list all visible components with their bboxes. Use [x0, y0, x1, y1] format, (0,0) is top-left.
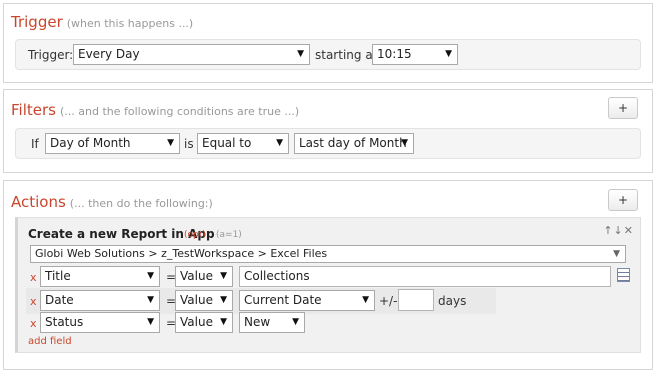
field-name: Status — [45, 315, 84, 329]
remove-field-icon[interactable]: x — [30, 271, 37, 284]
starting-at-label: starting at — [315, 48, 378, 62]
opt-link[interactable]: (opt) — [184, 230, 206, 240]
actions-title: Actions — [11, 193, 66, 211]
filters-well: If Day of Month ▼ is Equal to ▼ Last day… — [15, 128, 641, 159]
filter-operator-value: Equal to — [202, 136, 252, 150]
add-filter-button[interactable]: + — [608, 97, 638, 119]
filter-field-select[interactable]: Day of Month ▼ — [45, 133, 180, 154]
chevron-down-icon: ▼ — [613, 249, 620, 259]
trigger-time-select[interactable]: 10:15 ▼ — [372, 44, 458, 65]
filter-compare-value: Last day of Month — [299, 136, 407, 150]
remove-field-icon[interactable]: x — [30, 317, 37, 330]
trigger-frequency-value: Every Day — [78, 47, 140, 61]
move-delete-icons[interactable]: ↑↓✕ — [603, 224, 634, 237]
field-name: Date — [45, 293, 74, 307]
trigger-well: Trigger: Every Day ▼ starting at 10:15 ▼ — [15, 39, 641, 70]
filters-subtitle: (... and the following conditions are tr… — [59, 105, 300, 118]
trigger-label: Trigger: — [28, 48, 74, 62]
status-value: New — [244, 315, 271, 329]
actions-header: Actions (... then do the following:) — [11, 193, 213, 211]
chevron-down-icon: ▼ — [220, 271, 227, 281]
trigger-header: Trigger (when this happens ...) — [11, 13, 193, 31]
value-type: Value — [180, 269, 213, 283]
trigger-panel: Trigger (when this happens ...) Trigger: … — [3, 3, 653, 83]
chevron-down-icon: ▼ — [292, 317, 299, 327]
trigger-title: Trigger — [11, 13, 63, 31]
chevron-down-icon: ▼ — [147, 271, 154, 281]
trigger-time-value: 10:15 — [377, 47, 412, 61]
actions-panel: Actions (... then do the following:) + Cr… — [3, 180, 653, 370]
chevron-down-icon: ▼ — [147, 295, 154, 305]
chevron-down-icon: ▼ — [297, 49, 304, 59]
field-select-status[interactable]: Status ▼ — [40, 312, 160, 333]
field-select-date[interactable]: Date ▼ — [40, 290, 160, 311]
add-action-button[interactable]: + — [608, 189, 638, 211]
plus-minus-label: +/- — [379, 294, 398, 308]
add-field-link[interactable]: add field — [28, 336, 72, 347]
filter-operator-select[interactable]: Equal to ▼ — [197, 133, 289, 154]
app-path-select[interactable]: Globi Web Solutions > z_TestWorkspace > … — [30, 245, 626, 263]
day-offset-input[interactable] — [398, 289, 434, 311]
remove-field-icon[interactable]: x — [30, 295, 37, 308]
chevron-down-icon: ▼ — [276, 138, 283, 148]
chevron-down-icon: ▼ — [220, 317, 227, 327]
is-label: is — [184, 137, 194, 151]
value-type-select[interactable]: Value ▼ — [175, 266, 233, 287]
title-value-input[interactable]: Collections — [239, 266, 611, 287]
table-picker-icon[interactable] — [617, 268, 630, 282]
actions-subtitle: (... then do the following:) — [69, 197, 213, 210]
status-value-select[interactable]: New ▼ — [239, 312, 305, 333]
trigger-frequency-select[interactable]: Every Day ▼ — [73, 44, 310, 65]
chevron-down-icon: ▼ — [362, 295, 369, 305]
date-value: Current Date — [244, 293, 322, 307]
app-path-value: Globi Web Solutions > z_TestWorkspace > … — [35, 247, 328, 260]
chevron-down-icon: ▼ — [147, 317, 154, 327]
filters-panel: Filters (... and the following conditions… — [3, 89, 653, 173]
days-label: days — [438, 294, 467, 308]
chevron-down-icon: ▼ — [401, 138, 408, 148]
value-type: Value — [180, 293, 213, 307]
trigger-subtitle: (when this happens ...) — [66, 17, 194, 30]
filters-title: Filters — [11, 101, 56, 119]
chevron-down-icon: ▼ — [445, 49, 452, 59]
title-value: Collections — [244, 269, 310, 283]
date-value-select[interactable]: Current Date ▼ — [239, 290, 375, 311]
field-name: Title — [45, 269, 71, 283]
value-type: Value — [180, 315, 213, 329]
chevron-down-icon: ▼ — [167, 138, 174, 148]
chevron-down-icon: ▼ — [220, 295, 227, 305]
action-card: Create a new Report in App (opt) (a=1) ↑… — [15, 217, 641, 353]
if-label: If — [31, 137, 39, 151]
action-index: (a=1) — [216, 230, 242, 240]
value-type-select[interactable]: Value ▼ — [175, 290, 233, 311]
filters-header: Filters (... and the following conditions… — [11, 101, 299, 119]
value-type-select[interactable]: Value ▼ — [175, 312, 233, 333]
field-select-title[interactable]: Title ▼ — [40, 266, 160, 287]
filter-compare-select[interactable]: Last day of Month ▼ — [294, 133, 414, 154]
filter-field-value: Day of Month — [50, 136, 131, 150]
